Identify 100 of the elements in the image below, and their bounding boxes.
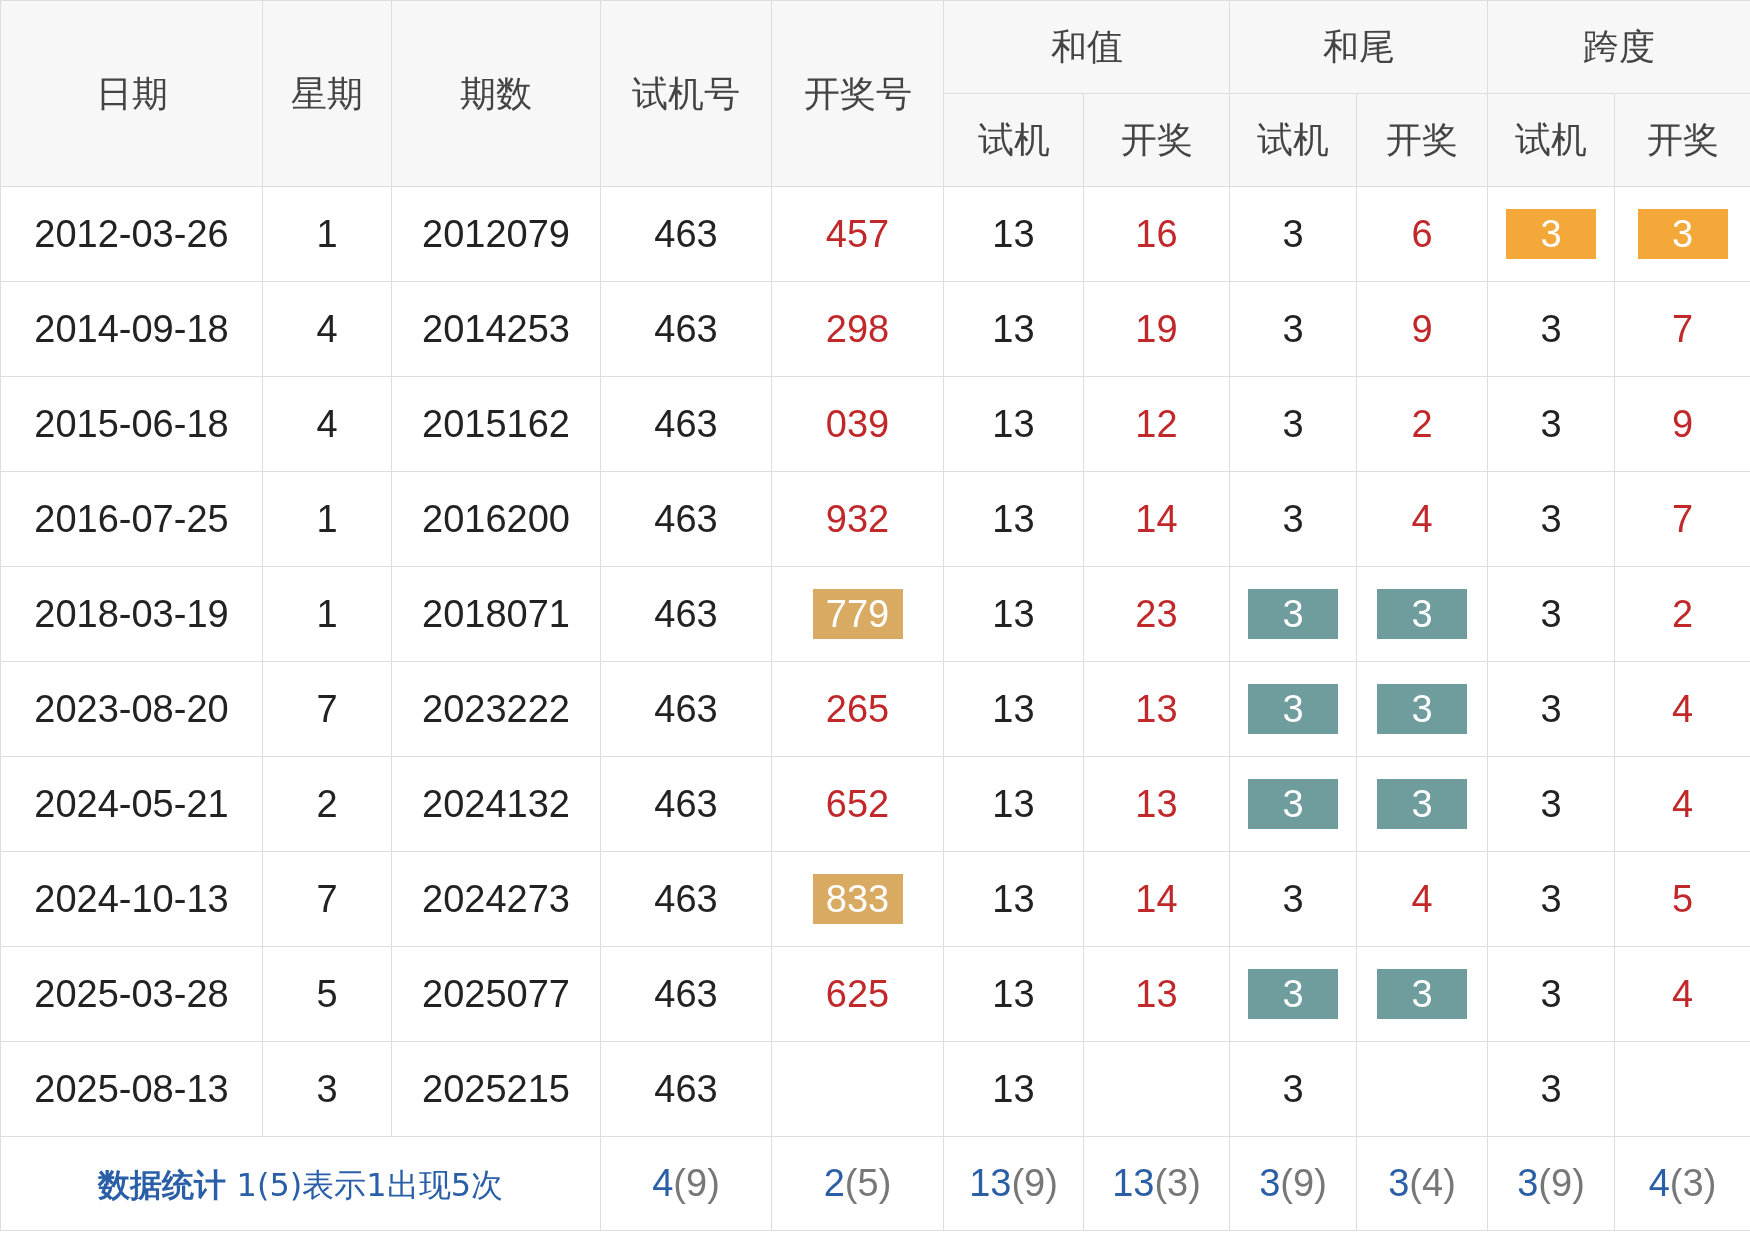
table-cell: 2025077 xyxy=(422,972,570,1015)
table-cell: 3 xyxy=(1540,497,1562,540)
table-cell: 3 xyxy=(1282,877,1304,920)
highlighted-number: 3 xyxy=(1248,778,1338,829)
column-header: 星期 xyxy=(262,0,392,187)
table-cell: 2016200 xyxy=(422,497,570,540)
table-cell: 3 xyxy=(1540,782,1562,825)
table-cell: 463 xyxy=(654,592,718,635)
highlighted-number: 3 xyxy=(1377,968,1467,1019)
table-cell: 2024-10-13 xyxy=(34,877,229,920)
table-cell: 932 xyxy=(825,497,890,540)
table-cell: 13 xyxy=(992,687,1035,730)
table-cell: 4 xyxy=(316,307,338,350)
table-cell: 5 xyxy=(1671,877,1694,920)
column-header: 试机 xyxy=(943,93,1084,187)
table-cell: 3 xyxy=(1282,1067,1304,1110)
table-cell: 463 xyxy=(654,307,718,350)
stats-value: 3(4) xyxy=(1388,1162,1456,1204)
table-cell: 298 xyxy=(825,307,890,350)
table-cell: 4 xyxy=(316,402,338,445)
table-cell: 3 xyxy=(1282,212,1304,255)
column-header: 和尾 xyxy=(1229,0,1488,94)
table-cell: 3 xyxy=(1282,402,1304,445)
table-cell: 457 xyxy=(825,212,890,255)
table-cell: 13 xyxy=(992,972,1035,1015)
table-cell: 2015162 xyxy=(422,402,570,445)
table-cell: 7 xyxy=(1671,497,1694,540)
table-cell: 3 xyxy=(1540,592,1562,635)
table-cell: 463 xyxy=(654,212,718,255)
table-cell: 1 xyxy=(316,212,338,255)
stats-value: 4(9) xyxy=(652,1162,720,1204)
column-header: 开奖 xyxy=(1083,93,1230,187)
table-cell: 13 xyxy=(992,1067,1035,1110)
table-cell: 2014-09-18 xyxy=(34,307,229,350)
table-cell: 13 xyxy=(1135,782,1178,825)
stats-value: 3(9) xyxy=(1259,1162,1327,1204)
highlighted-number: 3 xyxy=(1506,208,1596,259)
table-cell: 4 xyxy=(1411,877,1433,920)
table-cell: 2012079 xyxy=(422,212,570,255)
column-header: 和值 xyxy=(943,0,1230,94)
stats-value: 13(3) xyxy=(1112,1162,1201,1204)
highlighted-number: 3 xyxy=(1377,683,1467,734)
table-cell: 3 xyxy=(316,1067,338,1110)
table-cell: 2023-08-20 xyxy=(34,687,229,730)
stats-value: 3(9) xyxy=(1517,1162,1585,1204)
table-cell: 463 xyxy=(654,1067,718,1110)
table-cell: 2024132 xyxy=(422,782,570,825)
table-cell: 1 xyxy=(316,592,338,635)
table-cell: 3 xyxy=(1282,497,1304,540)
table-cell: 13 xyxy=(992,592,1035,635)
stats-label: 数据统计 xyxy=(98,1166,226,1204)
table-cell: 3 xyxy=(1540,307,1562,350)
table-cell: 19 xyxy=(1135,307,1178,350)
table-cell: 2025215 xyxy=(422,1067,570,1110)
table-cell: 13 xyxy=(992,402,1035,445)
table-cell: 2024-05-21 xyxy=(34,782,229,825)
table-cell: 7 xyxy=(1671,307,1694,350)
table-cell: 7 xyxy=(316,687,338,730)
table-cell: 2018-03-19 xyxy=(34,592,229,635)
table-cell: 463 xyxy=(654,782,718,825)
stats-value: 2(5) xyxy=(823,1162,892,1204)
table-cell: 2012-03-26 xyxy=(34,212,229,255)
highlighted-number: 3 xyxy=(1248,588,1338,639)
table-cell: 463 xyxy=(654,402,718,445)
table-cell: 13 xyxy=(992,212,1035,255)
table-cell: 6 xyxy=(1411,212,1433,255)
table-cell: 2 xyxy=(1411,402,1433,445)
stats-value: 4(3) xyxy=(1648,1162,1717,1204)
column-header: 开奖 xyxy=(1356,93,1488,187)
table-cell: 4 xyxy=(1671,782,1694,825)
column-header: 开奖 xyxy=(1614,93,1750,187)
table-cell: 16 xyxy=(1135,212,1178,255)
highlighted-number: 3 xyxy=(1248,968,1338,1019)
table-cell: 625 xyxy=(825,972,890,1015)
table-cell: 463 xyxy=(654,687,718,730)
table-cell: 463 xyxy=(654,497,718,540)
table-cell: 2024273 xyxy=(422,877,570,920)
table-cell: 5 xyxy=(316,972,338,1015)
table-cell: 1 xyxy=(316,497,338,540)
table-cell: 13 xyxy=(1135,687,1178,730)
stats-value: 13(9) xyxy=(969,1162,1058,1204)
column-header: 日期 xyxy=(0,0,263,187)
table-cell: 9 xyxy=(1671,402,1694,445)
highlighted-number: 3 xyxy=(1377,778,1467,829)
stats-note: 1(5)表示1出现5次 xyxy=(236,1166,503,1204)
table-cell: 265 xyxy=(825,687,890,730)
table-cell: 463 xyxy=(654,877,718,920)
table-cell: 9 xyxy=(1411,307,1433,350)
table-cell: 12 xyxy=(1135,402,1178,445)
column-header: 试机号 xyxy=(600,0,772,187)
table-cell: 14 xyxy=(1135,497,1178,540)
table-cell: 2 xyxy=(1671,592,1694,635)
table-cell: 13 xyxy=(992,782,1035,825)
table-cell: 2018071 xyxy=(422,592,570,635)
highlighted-number: 833 xyxy=(812,873,903,924)
table-cell: 652 xyxy=(825,782,890,825)
table-cell: 2023222 xyxy=(422,687,570,730)
table-cell: 3 xyxy=(1540,1067,1562,1110)
column-header: 跨度 xyxy=(1487,0,1750,94)
table-cell: 2014253 xyxy=(422,307,570,350)
